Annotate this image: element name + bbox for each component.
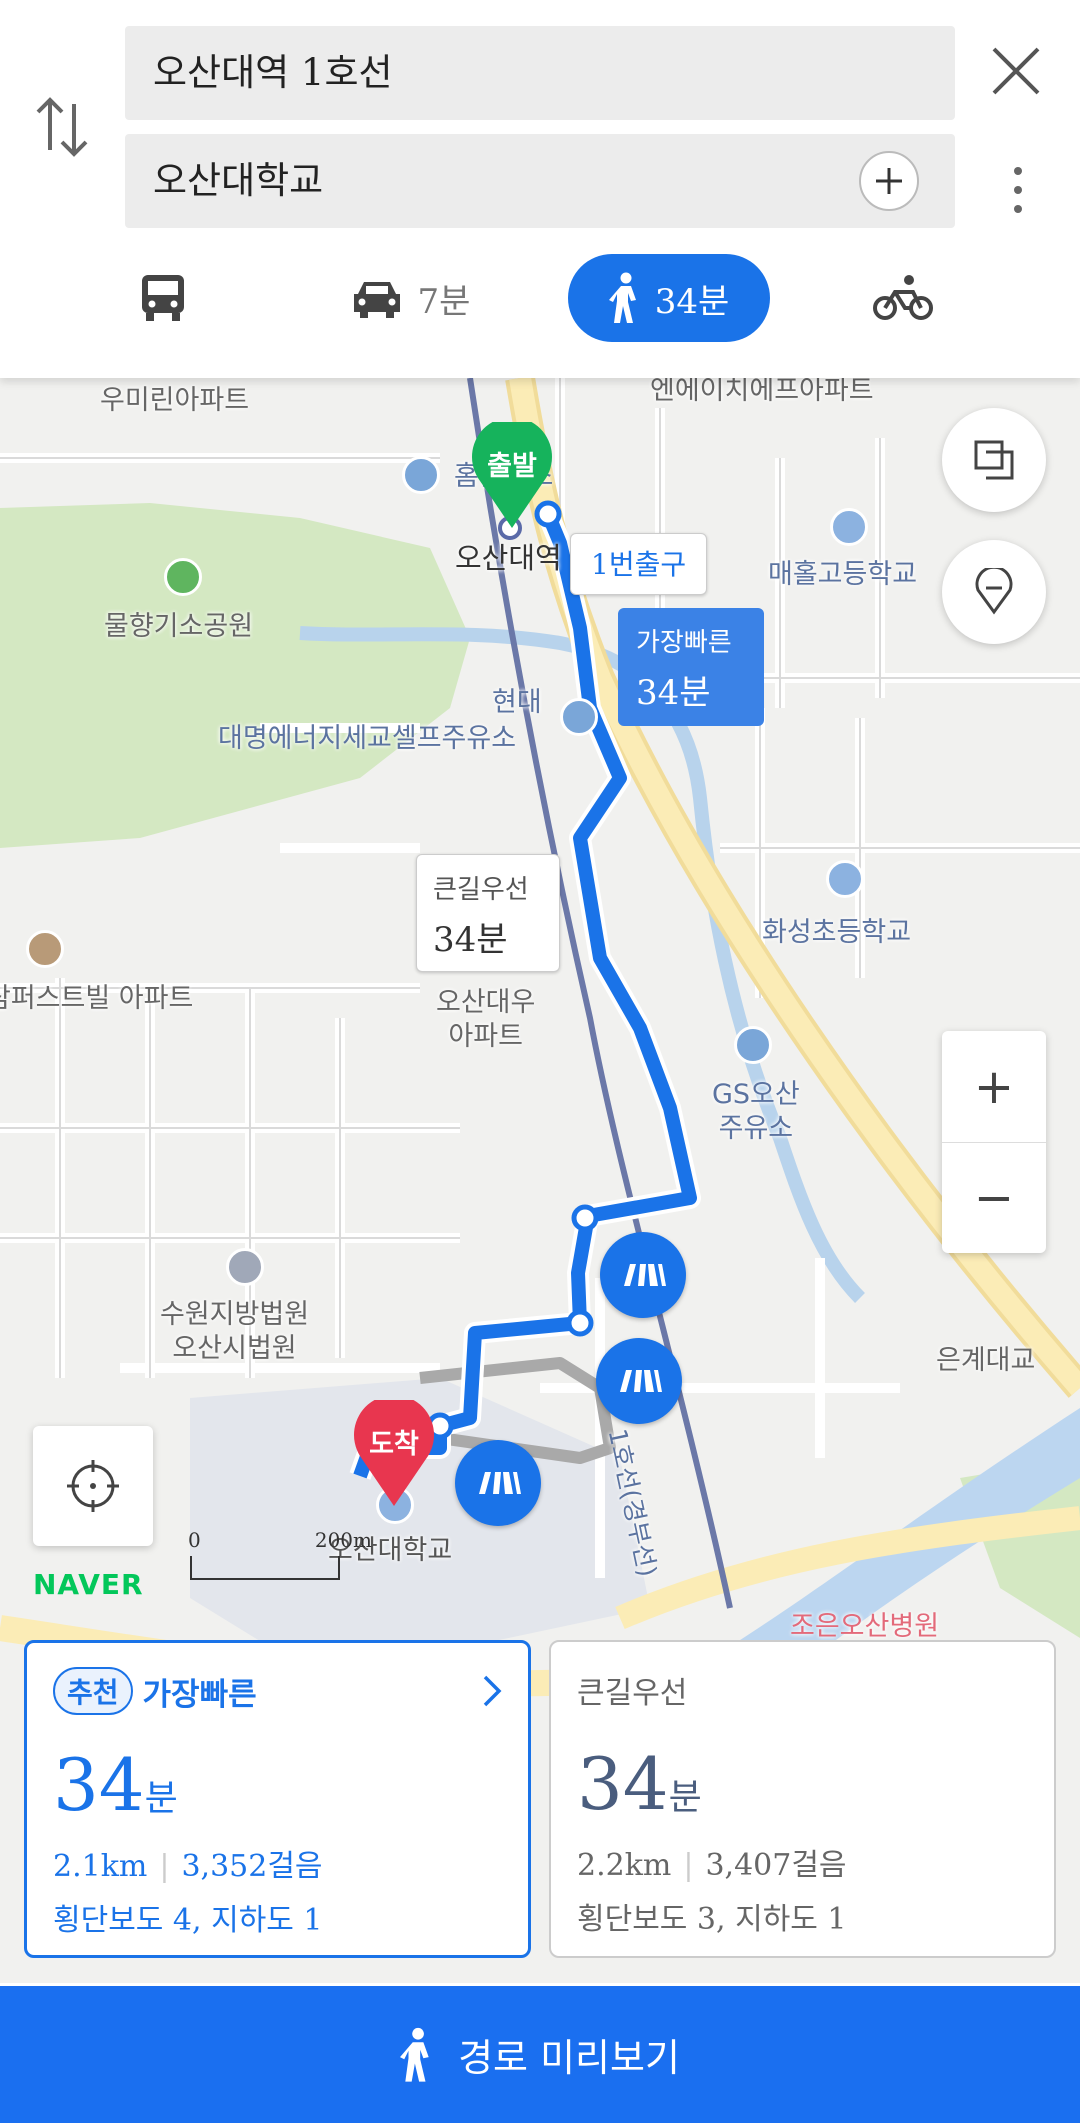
transport-mode-tabs: 7분 34분 [0, 254, 1080, 344]
exit-tag: 1번출구 [570, 533, 708, 595]
car-icon [353, 282, 400, 318]
route-time-number: 34 [53, 1743, 145, 1827]
label-school: 매홀고등학교 [768, 559, 918, 590]
layers-icon [974, 440, 1014, 480]
label-apartment: 오산대우 아파트 [436, 987, 536, 1052]
fastest-route-label: 가장빠른 [636, 628, 732, 658]
crosswalk-icon[interactable] [455, 1440, 541, 1526]
park-icon [164, 558, 202, 596]
main-road-route-time: 34분 [433, 920, 508, 960]
gas-station-icon [560, 698, 598, 736]
destination-input[interactable]: 오산대학교 [125, 134, 955, 228]
current-location-button[interactable] [33, 1426, 153, 1546]
walk-icon [608, 272, 636, 323]
plus-icon [876, 168, 902, 194]
main-road-route-tag[interactable]: 큰길우선 34분 [416, 854, 560, 972]
bus-icon [142, 275, 184, 321]
start-pin-label: 출발 [487, 451, 537, 482]
map-pin-button[interactable] [942, 540, 1046, 644]
gas-station-icon [734, 1026, 772, 1064]
route-time-unit: 분 [668, 1777, 702, 1818]
label-gas-station: GS오산 주유소 [712, 1079, 800, 1144]
walk-icon [400, 2027, 429, 2082]
label-apartment: 삼퍼스트빌 아파트 [0, 983, 194, 1014]
zoom-out-button[interactable]: − [942, 1142, 1046, 1253]
route-preview-label: 경로 미리보기 [458, 2036, 680, 2080]
crosshair-icon [67, 1460, 119, 1512]
close-icon[interactable] [990, 45, 1042, 97]
school-icon [830, 508, 868, 546]
label-bridge: 은계대교 [936, 1345, 1036, 1376]
map-pin-icon [975, 568, 1013, 615]
tab-transit[interactable] [130, 254, 210, 342]
fastest-route-time: 34분 [636, 673, 711, 713]
destination-text: 오산대학교 [153, 159, 324, 202]
tab-bicycle[interactable] [870, 254, 950, 342]
route-meta: 2.2km | 3,407걸음 [577, 1848, 847, 1883]
court-icon [226, 1248, 264, 1286]
app: 오산대역 1호선 오산대학교 7분 34분 우미린아파트 엔에이치에프아파트 오… [0, 0, 1080, 2123]
route-title: 가장빠른 [142, 1676, 257, 1713]
label-gas-station: 대명에너지세교셀프주유소 [218, 723, 517, 754]
tab-walk[interactable]: 34분 [568, 254, 770, 342]
label-park: 물향기소공원 [104, 611, 254, 642]
naver-logo: NAVER [33, 1568, 144, 1601]
route-search-header: 오산대역 1호선 오산대학교 7분 34분 [0, 0, 1080, 378]
route-preview-button[interactable]: 경로 미리보기 [0, 1986, 1080, 2123]
route-steps: 3,407걸음 [705, 1848, 847, 1883]
more-options-icon[interactable] [1008, 165, 1028, 215]
end-pin: 도착 [352, 1400, 436, 1510]
swap-icon[interactable] [32, 92, 92, 162]
scale-start: 0 [188, 1528, 201, 1552]
add-waypoint-button[interactable] [859, 151, 919, 211]
label-court: 수원지방법원 오산시법원 [160, 1299, 310, 1364]
zoom-in-button[interactable]: + [942, 1031, 1046, 1142]
label-gas-station-prefix: 현대 [492, 687, 542, 718]
apartment-icon [26, 930, 64, 968]
bicycle-icon [873, 275, 933, 320]
route-distance: 2.1km [53, 1849, 148, 1884]
label-apartment: 우미린아파트 [100, 385, 250, 416]
route-time-unit: 분 [144, 1778, 178, 1819]
school-icon [826, 860, 864, 898]
route-time-number: 34 [577, 1742, 669, 1826]
route-detail: 횡단보도 4, 지하도 1 [53, 1903, 323, 1938]
recommended-badge: 추천 [53, 1667, 133, 1715]
route-title: 큰길우선 [577, 1676, 688, 1711]
scale-end: 200m [314, 1528, 372, 1552]
label-hospital: 조은오산병원 [790, 1611, 940, 1642]
tab-car[interactable]: 7분 [340, 254, 480, 342]
label-station: 오산대역 [455, 541, 562, 575]
origin-input[interactable]: 오산대역 1호선 [125, 26, 955, 120]
car-time: 7분 [417, 281, 471, 322]
fastest-route-tag[interactable]: 가장빠른 34분 [618, 608, 764, 726]
scale-bar: 0 200m [188, 1528, 372, 1580]
route-time: 34분 [53, 1743, 502, 1827]
end-pin-label: 도착 [369, 1429, 419, 1460]
walk-time: 34분 [654, 281, 730, 322]
route-detail: 횡단보도 3, 지하도 1 [577, 1902, 847, 1937]
route-time: 34분 [577, 1742, 1028, 1826]
main-road-route-label: 큰길우선 [433, 875, 529, 905]
layers-button[interactable] [942, 408, 1046, 512]
crosswalk-icon[interactable] [600, 1232, 686, 1318]
route-card-fastest[interactable]: 추천 가장빠른 34분 2.1km | 3,352걸음 횡단보도 4, 지하도 1 [24, 1640, 531, 1958]
label-school: 화성초등학교 [762, 917, 912, 948]
chevron-right-icon [483, 1675, 502, 1707]
label-apartment: 엔에이치에프아파트 [650, 378, 874, 406]
route-card-main-road[interactable]: 큰길우선 34분 2.2km | 3,407걸음 횡단보도 3, 지하도 1 [549, 1640, 1056, 1958]
start-pin: 출발 [470, 422, 554, 532]
route-meta: 2.1km | 3,352걸음 [53, 1849, 323, 1884]
shop-icon [402, 456, 440, 494]
zoom-control: + − [942, 1031, 1046, 1253]
crosswalk-icon[interactable] [596, 1338, 682, 1424]
route-distance: 2.2km [577, 1848, 672, 1883]
route-steps: 3,352걸음 [181, 1849, 323, 1884]
